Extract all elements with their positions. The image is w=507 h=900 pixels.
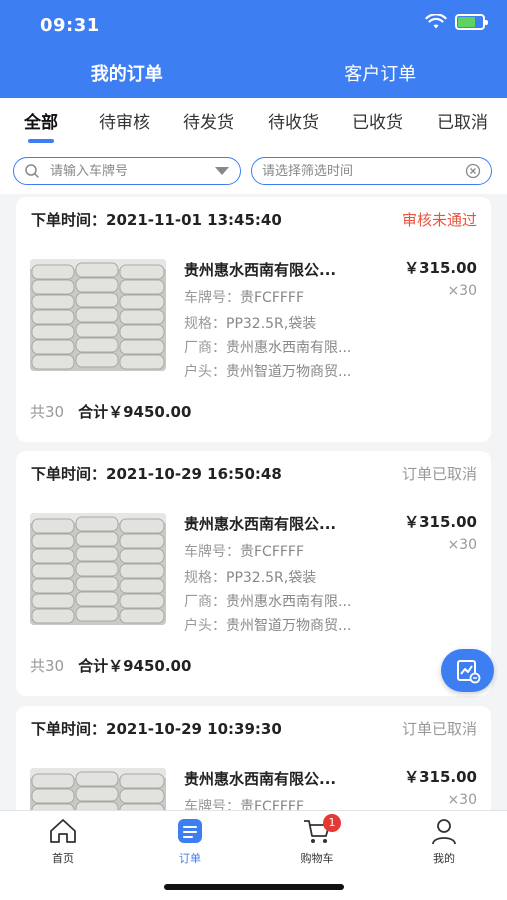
wifi-icon bbox=[425, 14, 447, 29]
order-status: 订单已取消 bbox=[401, 465, 477, 483]
status-time: 09:31 bbox=[40, 15, 100, 36]
filter-tab-pending-review[interactable]: 待审核 bbox=[99, 101, 150, 145]
order-time: 下单时间：2021-11-01 13:45:40 bbox=[31, 211, 282, 229]
plate-search-input[interactable] bbox=[50, 163, 214, 179]
nav-orders[interactable]: 订单 bbox=[150, 817, 230, 866]
app-header: 09:31 我的订单 客户订单 bbox=[0, 0, 507, 98]
chart-icon bbox=[456, 659, 480, 683]
product-name: 贵州惠水西南有限公... bbox=[184, 515, 337, 533]
time-filter-input[interactable] bbox=[262, 163, 465, 179]
search-icon bbox=[25, 164, 39, 178]
nav-home[interactable]: 首页 bbox=[23, 817, 103, 866]
battery-icon bbox=[455, 14, 488, 30]
search-row bbox=[0, 148, 507, 194]
product-price: ￥315.00 bbox=[404, 259, 477, 277]
tab-customer-orders[interactable]: 客户订单 bbox=[254, 52, 507, 98]
product-maker: 厂商：贵州惠水西南有限... bbox=[184, 340, 352, 356]
product-quantity: ×30 bbox=[447, 792, 477, 808]
filter-tab-all[interactable]: 全部 bbox=[24, 101, 58, 145]
clear-icon[interactable] bbox=[465, 163, 481, 179]
tab-my-orders[interactable]: 我的订单 bbox=[0, 52, 254, 98]
status-bar: 09:31 bbox=[0, 0, 507, 52]
filter-tab-cancelled[interactable]: 已取消 bbox=[437, 101, 488, 145]
product-maker: 厂商：贵州惠水西南有限... bbox=[184, 594, 352, 610]
order-summary: 共30 合计￥9450.00 bbox=[30, 655, 191, 676]
product-image bbox=[30, 513, 166, 625]
nav-home-label: 首页 bbox=[52, 852, 74, 865]
plate-number: 车牌号：贵FCFFFF bbox=[184, 544, 305, 560]
product-quantity: ×30 bbox=[447, 283, 477, 299]
nav-cart[interactable]: 1 购物车 bbox=[277, 814, 357, 866]
product-name: 贵州惠水西南有限公... bbox=[184, 261, 337, 279]
status-icons bbox=[425, 14, 488, 30]
product-image bbox=[30, 259, 166, 371]
product-spec: 规格：PP32.5R,袋装 bbox=[184, 316, 317, 332]
profile-icon bbox=[432, 819, 456, 845]
filter-tab-pending-shipment[interactable]: 待发货 bbox=[183, 101, 234, 145]
dropdown-arrow-icon[interactable] bbox=[214, 166, 230, 176]
order-total: 合计￥9450.00 bbox=[78, 657, 192, 675]
home-indicator bbox=[164, 884, 344, 890]
nav-profile-label: 我的 bbox=[433, 852, 455, 865]
nav-profile[interactable]: 我的 bbox=[404, 817, 484, 866]
order-time: 下单时间：2021-10-29 10:39:30 bbox=[31, 720, 282, 738]
filter-tabs: 全部 待审核 待发货 待收货 已收货 已取消 bbox=[0, 98, 507, 148]
home-icon bbox=[50, 819, 76, 843]
plate-number: 车牌号：贵FCFFFF bbox=[184, 290, 305, 306]
order-total: 合计￥9450.00 bbox=[78, 403, 192, 421]
cart-badge: 1 bbox=[323, 814, 341, 832]
nav-orders-label: 订单 bbox=[179, 852, 201, 865]
order-status: 订单已取消 bbox=[401, 720, 477, 738]
order-status: 审核未通过 bbox=[401, 211, 477, 229]
product-name: 贵州惠水西南有限公... bbox=[184, 770, 337, 788]
plate-search-box bbox=[13, 157, 241, 185]
product-price: ￥315.00 bbox=[404, 513, 477, 531]
floating-chart-button[interactable] bbox=[441, 649, 494, 692]
product-quantity: ×30 bbox=[447, 537, 477, 553]
time-filter-box bbox=[251, 157, 492, 185]
top-tabs: 我的订单 客户订单 bbox=[0, 52, 507, 98]
filter-tab-received[interactable]: 已收货 bbox=[352, 101, 403, 145]
product-price: ￥315.00 bbox=[404, 768, 477, 786]
product-spec: 规格：PP32.5R,袋装 bbox=[184, 570, 317, 586]
order-card[interactable]: 下单时间：2021-10-29 16:50:48 订单已取消 贵州惠水西南有限公… bbox=[16, 451, 491, 696]
product-account: 户头：贵州智道万物商贸... bbox=[184, 364, 352, 380]
order-count: 共30 bbox=[30, 403, 65, 421]
nav-cart-label: 购物车 bbox=[300, 852, 334, 865]
order-icon bbox=[178, 819, 202, 843]
filter-tab-pending-receipt[interactable]: 待收货 bbox=[268, 101, 319, 145]
order-summary: 共30 合计￥9450.00 bbox=[30, 401, 191, 422]
product-account: 户头：贵州智道万物商贸... bbox=[184, 618, 352, 634]
order-count: 共30 bbox=[30, 657, 65, 675]
order-card[interactable]: 下单时间：2021-11-01 13:45:40 审核未通过 贵州惠水西南有限公… bbox=[16, 197, 491, 442]
order-time: 下单时间：2021-10-29 16:50:48 bbox=[31, 465, 282, 483]
